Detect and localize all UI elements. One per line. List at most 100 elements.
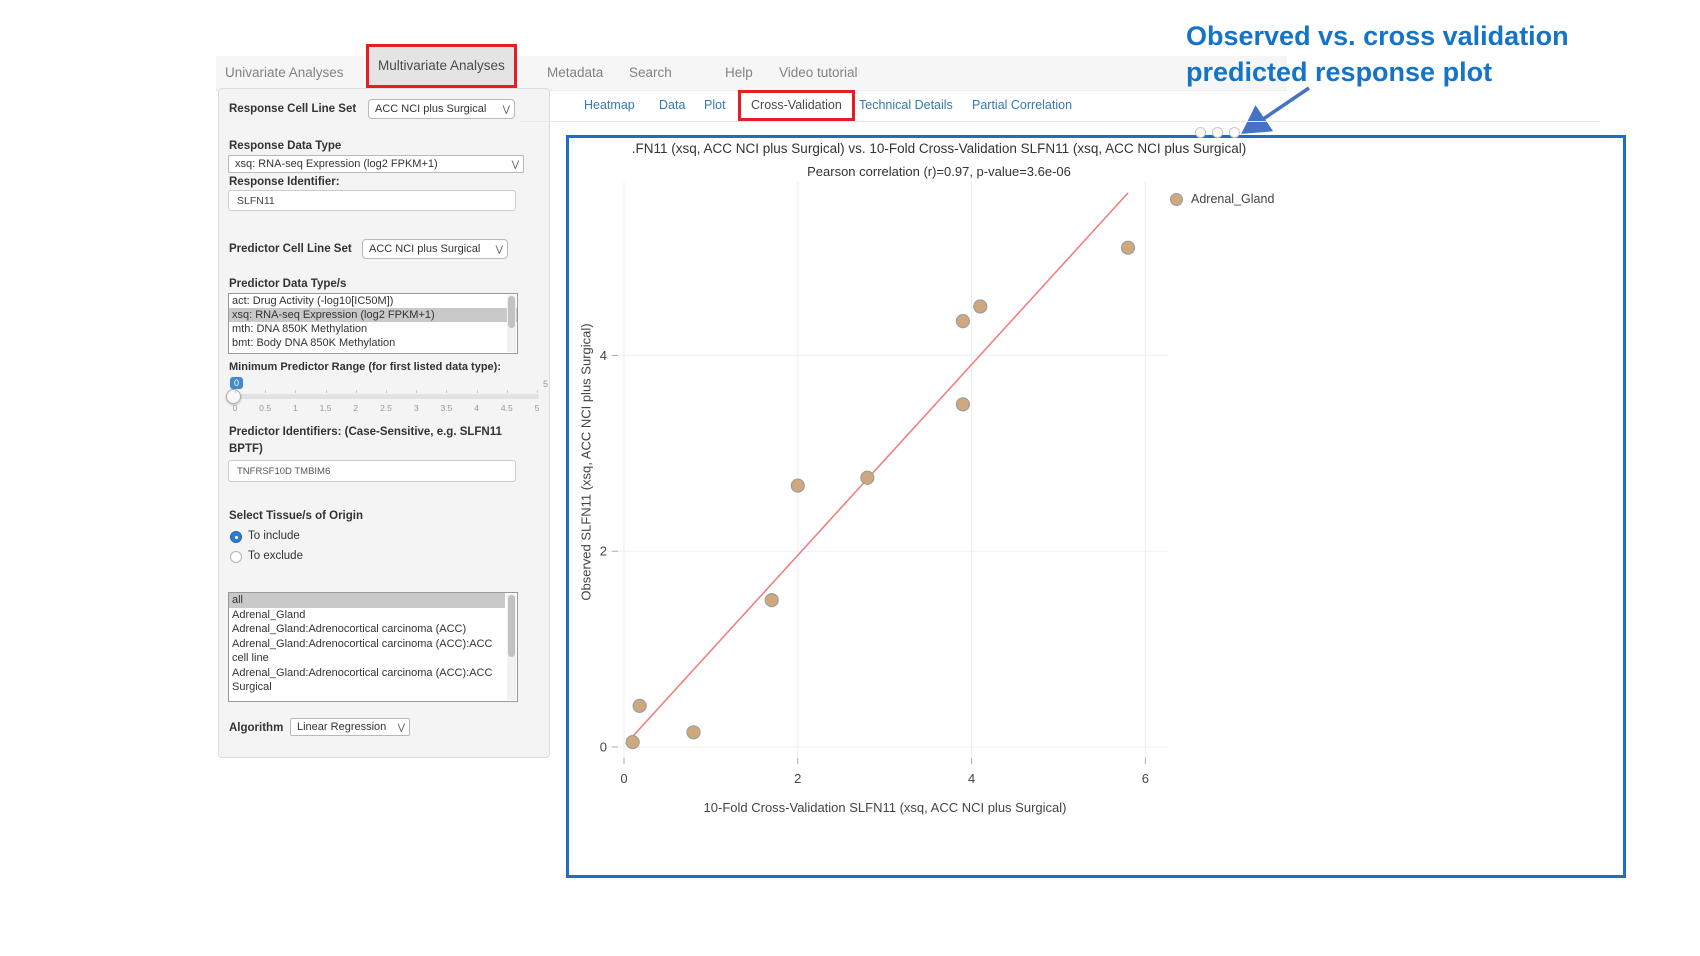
slider-tick-mark (446, 390, 447, 393)
predictor-identifiers-label: Predictor Identifiers: (Case-Sensitive, … (229, 426, 502, 438)
tissue-listbox: all Adrenal_Gland Adrenal_Gland:Adrenoco… (228, 592, 518, 702)
data-point[interactable] (861, 471, 874, 484)
min-predictor-range-label: Minimum Predictor Range (for first liste… (229, 361, 501, 373)
slider-tick-label: 3.5 (440, 403, 452, 413)
slider-value-bubble: 0 (230, 377, 243, 389)
listbox-option[interactable]: act: Drug Activity (-log10[IC50M]) (229, 294, 517, 308)
to-include-label[interactable]: To include (248, 530, 300, 542)
tissue-origin-label: Select Tissue/s of Origin (229, 510, 363, 522)
nav-item-multivariate-analyses[interactable]: Multivariate Analyses (366, 44, 517, 88)
predictor-cell-line-set-select[interactable]: ACC NCI plus Surgical ⋁ (362, 239, 508, 259)
listbox-option[interactable]: Adrenal_Gland (229, 608, 505, 623)
response-cell-line-set-label: Response Cell Line Set (229, 103, 356, 115)
listbox-option[interactable]: mth: DNA 850K Methylation (229, 322, 517, 336)
predictor-identifiers-label-2: BPTF) (229, 443, 263, 455)
response-identifier-input[interactable] (228, 190, 516, 211)
legend-label: Adrenal_Gland (1191, 192, 1274, 206)
slider-tick-mark (356, 390, 357, 393)
x-tick-label: 4 (968, 771, 975, 786)
chart-subtitle: Pearson correlation (r)=0.97, p-value=3.… (569, 164, 1309, 179)
chart-title: .FN11 (xsq, ACC NCI plus Surgical) vs. 1… (569, 141, 1309, 156)
to-exclude-label[interactable]: To exclude (248, 550, 303, 562)
algorithm-select[interactable]: Linear Regression ⋁ (290, 718, 410, 736)
y-tick-label: 2 (600, 544, 607, 559)
listbox-option[interactable]: all (229, 593, 505, 608)
data-point[interactable] (687, 726, 700, 739)
response-data-type-select[interactable]: xsq: RNA-seq Expression (log2 FPKM+1) ⋁ (228, 155, 524, 173)
predictor-data-types-label: Predictor Data Type/s (229, 278, 346, 290)
slider-tick-label: 4 (474, 403, 479, 413)
camera-icon[interactable] (1195, 127, 1206, 138)
data-point[interactable] (791, 479, 804, 492)
y-tick-label: 4 (600, 348, 607, 363)
nav-item-video-tutorial[interactable]: Video tutorial (779, 56, 858, 90)
min-predictor-range-slider[interactable] (233, 394, 539, 399)
listbox-option[interactable]: xsq: RNA-seq Expression (log2 FPKM+1) (229, 308, 517, 322)
chevron-down-icon: ⋁ (499, 104, 510, 115)
slider-tick-mark (477, 390, 478, 393)
listbox-option[interactable]: bmt: Body DNA 850K Methylation (229, 336, 517, 350)
scrollbar[interactable] (507, 295, 516, 352)
slider-handle[interactable] (226, 389, 241, 404)
algorithm-label: Algorithm (229, 722, 283, 734)
regression-line (626, 193, 1128, 744)
y-tick-label: 0 (600, 740, 607, 755)
nav-item-univariate-analyses[interactable]: Univariate Analyses (225, 56, 344, 90)
slider-tick-mark (537, 390, 538, 393)
data-point[interactable] (956, 315, 969, 328)
chevron-down-icon: ⋁ (492, 244, 503, 255)
slider-tick-mark (295, 390, 296, 393)
scatter-plot-svg: 0 2 4 6 0 2 4 (570, 180, 1270, 840)
chevron-down-icon: ⋁ (508, 159, 519, 170)
data-point[interactable] (626, 736, 639, 749)
response-cell-line-set-select[interactable]: ACC NCI plus Surgical ⋁ (368, 99, 515, 119)
slider-max-label: 5 (543, 379, 548, 389)
to-exclude-radio[interactable] (230, 551, 242, 563)
listbox-option[interactable]: Adrenal_Gland:Adrenocortical carcinoma (… (229, 622, 505, 637)
plotly-modebar (1195, 127, 1240, 138)
data-point[interactable] (633, 699, 646, 712)
chevron-down-icon: ⋁ (394, 722, 405, 733)
slider-tick-mark (265, 390, 266, 393)
slider-tick-label: 1 (293, 403, 298, 413)
tab-heatmap[interactable]: Heatmap (584, 90, 635, 121)
data-point[interactable] (1122, 241, 1135, 254)
predictor-cell-line-set-label: Predictor Cell Line Set (229, 243, 352, 255)
annotation-line1: Observed vs. cross validation (1186, 18, 1569, 54)
slider-tick-label: 0.5 (259, 403, 271, 413)
nav-item-search[interactable]: Search (629, 56, 672, 90)
listbox-option[interactable]: Adrenal_Gland:Adrenocortical carcinoma (… (229, 637, 505, 666)
tab-cross-validation[interactable]: Cross-Validation (738, 90, 855, 121)
nav-item-metadata[interactable]: Metadata (547, 56, 603, 90)
data-point[interactable] (765, 594, 778, 607)
tab-technical-details[interactable]: Technical Details (859, 90, 953, 121)
data-point[interactable] (974, 300, 987, 313)
x-tick-label: 6 (1142, 771, 1149, 786)
zoom-icon[interactable] (1212, 127, 1223, 138)
listbox-option[interactable]: Adrenal_Gland:Adrenocortical carcinoma (… (229, 666, 505, 695)
chart-legend[interactable]: Adrenal_Gland (1170, 192, 1274, 206)
predictor-identifiers-input[interactable] (228, 460, 516, 482)
response-data-type-value: xsq: RNA-seq Expression (log2 FPKM+1) (235, 158, 438, 170)
to-include-radio[interactable] (230, 531, 242, 543)
response-identifier-label: Response Identifier: (229, 176, 340, 188)
tab-partial-correlation[interactable]: Partial Correlation (972, 90, 1072, 121)
predictor-cell-line-set-value: ACC NCI plus Surgical (369, 243, 480, 255)
slider-tick-label: 0 (233, 403, 238, 413)
scrollbar-thumb[interactable] (508, 296, 515, 328)
scrollbar[interactable] (507, 594, 516, 700)
x-tick-label: 2 (794, 771, 801, 786)
scrollbar-thumb[interactable] (508, 595, 515, 657)
nav-item-help[interactable]: Help (725, 56, 753, 90)
slider-tick-mark (386, 390, 387, 393)
response-data-type-label: Response Data Type (229, 140, 341, 152)
tab-plot[interactable]: Plot (704, 90, 726, 121)
slider-tick-label: 2.5 (380, 403, 392, 413)
data-point[interactable] (956, 398, 969, 411)
tab-data[interactable]: Data (659, 90, 685, 121)
x-tick-label: 0 (620, 771, 627, 786)
slider-tick-mark (416, 390, 417, 393)
slider-tick-label: 3 (414, 403, 419, 413)
slider-tick-mark (507, 390, 508, 393)
reset-axes-icon[interactable] (1229, 127, 1240, 138)
